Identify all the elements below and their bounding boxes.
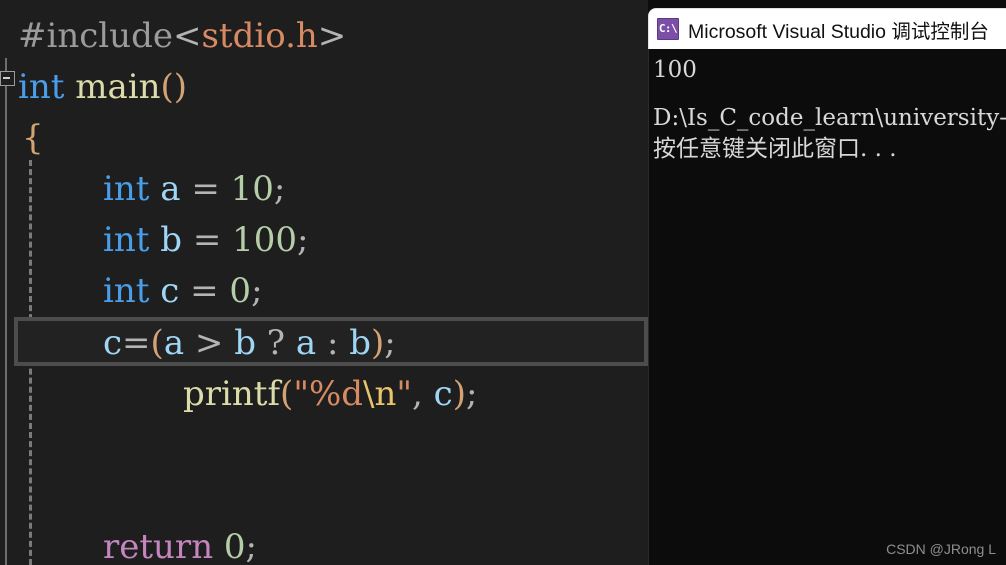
console-app-icon: C:\ xyxy=(657,18,679,40)
token-var-c: c xyxy=(433,374,453,414)
token-number-0: 0 xyxy=(223,527,246,565)
token-var-b: b xyxy=(160,220,183,260)
token-assign: = xyxy=(192,220,222,260)
token-paren-close: ) xyxy=(370,323,385,363)
token-var-b: b xyxy=(349,323,371,363)
code-line-decl-b[interactable]: int b = 100; xyxy=(103,214,648,266)
token-string-quote: " xyxy=(396,374,413,414)
token-colon: : xyxy=(326,323,339,363)
code-line-ternary[interactable]: c=(a > b ? a : b); xyxy=(103,317,648,369)
token-preprocessor: #include xyxy=(18,16,173,56)
token-keyword-int: int xyxy=(103,271,150,311)
token-keyword-return: return xyxy=(103,527,214,565)
token-var-a: a xyxy=(295,323,317,363)
token-semicolon: ; xyxy=(465,374,478,414)
console-output-area[interactable]: 100 D:\Is_C_code_learn\university- 按任意键关… xyxy=(648,49,1006,565)
token-header-name: stdio.h xyxy=(201,16,318,56)
token-angle-close: > xyxy=(317,16,347,56)
token-number-0: 0 xyxy=(229,271,252,311)
token-number-10: 10 xyxy=(230,169,274,209)
token-var-c: c xyxy=(160,271,180,311)
token-escape-newline: \n xyxy=(363,374,397,414)
token-semicolon: ; xyxy=(251,271,263,311)
token-semicolon: ; xyxy=(245,527,258,565)
token-paren-open: ( xyxy=(150,323,164,363)
console-output-prompt-line: 按任意键关闭此窗口. . . xyxy=(653,136,897,162)
console-window-title: Microsoft Visual Studio 调试控制台 xyxy=(688,20,989,43)
token-string-literal: "%d xyxy=(293,374,364,414)
token-angle-open: < xyxy=(172,16,202,56)
token-function-printf: printf xyxy=(183,374,281,414)
token-function-main: main xyxy=(75,67,161,107)
code-line-open-brace[interactable]: { xyxy=(22,112,648,164)
code-line-include[interactable]: #include<stdio.h> xyxy=(18,10,648,62)
token-var-a: a xyxy=(160,169,181,209)
console-app-icon-label: C:\ xyxy=(658,22,678,35)
token-paren-open: ( xyxy=(280,374,294,414)
token-assign: = xyxy=(191,169,220,209)
token-paren-close: ) xyxy=(452,374,466,414)
console-title-bar[interactable]: C:\ Microsoft Visual Studio 调试控制台 xyxy=(648,8,1006,49)
token-question-mark: ? xyxy=(266,323,286,363)
token-number-100: 100 xyxy=(232,220,298,260)
token-greater-than: > xyxy=(194,323,224,363)
token-var-a: a xyxy=(163,323,185,363)
token-comma: , xyxy=(412,374,423,414)
token-semicolon: ; xyxy=(273,169,286,209)
console-output-path-line: D:\Is_C_code_learn\university- xyxy=(653,105,1006,131)
token-assign: = xyxy=(122,323,151,363)
screenshot-root: #include<stdio.h> int main() { int a = 1… xyxy=(0,0,1006,565)
code-lines: #include<stdio.h> int main() { int a = 1… xyxy=(0,0,648,565)
console-window[interactable]: C:\ Microsoft Visual Studio 调试控制台 100 D:… xyxy=(648,8,1006,565)
code-line-return[interactable]: return 0; xyxy=(103,521,648,565)
token-assign: = xyxy=(190,271,219,311)
code-line-decl-c[interactable]: int c = 0; xyxy=(103,265,648,317)
token-keyword-int: int xyxy=(18,67,65,107)
code-line-printf[interactable]: printf("%d\n", c); xyxy=(183,368,648,420)
token-semicolon: ; xyxy=(384,323,396,363)
token-var-c: c xyxy=(103,323,123,363)
console-output-line: 100 xyxy=(653,57,697,83)
token-open-brace: { xyxy=(22,118,44,158)
token-var-b: b xyxy=(234,323,256,363)
token-semicolon: ; xyxy=(297,220,309,260)
code-line-main[interactable]: int main() xyxy=(18,61,648,113)
console-output-blank-line xyxy=(653,86,1006,103)
code-line-decl-a[interactable]: int a = 10; xyxy=(103,163,648,215)
token-keyword-int: int xyxy=(103,169,150,209)
watermark-text: CSDN @JRong L xyxy=(886,541,996,557)
code-editor-pane[interactable]: #include<stdio.h> int main() { int a = 1… xyxy=(0,0,648,565)
token-parens: () xyxy=(160,67,188,107)
token-keyword-int: int xyxy=(103,220,150,260)
